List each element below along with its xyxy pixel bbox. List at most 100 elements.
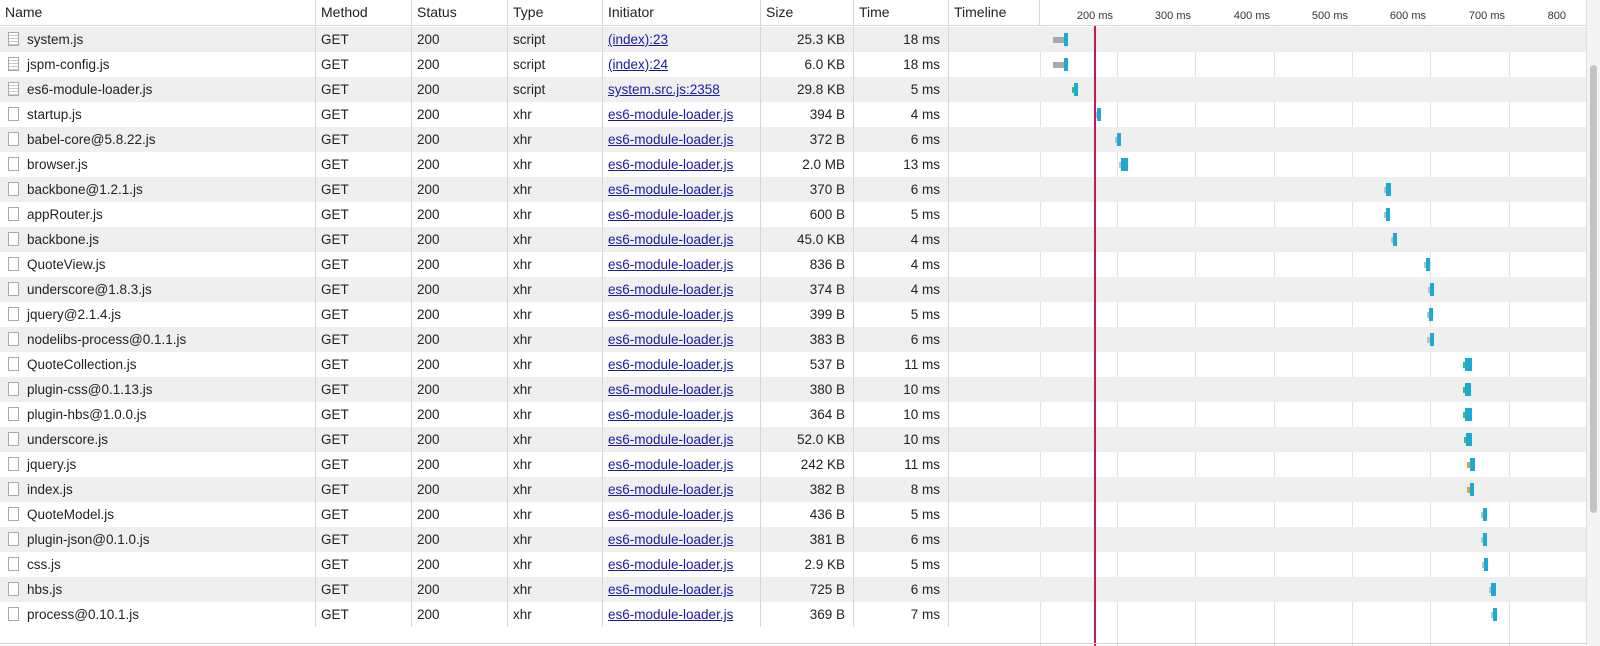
cell-initiator[interactable]: es6-module-loader.js <box>603 602 761 627</box>
column-header-status[interactable]: Status <box>412 0 508 25</box>
cell-initiator[interactable]: es6-module-loader.js <box>603 102 761 127</box>
cell-initiator[interactable]: es6-module-loader.js <box>603 577 761 602</box>
table-row[interactable]: nodelibs-process@0.1.1.js GET 200 xhr es6-mo… <box>0 327 1586 352</box>
initiator-link[interactable]: system.src.js:2358 <box>608 82 720 97</box>
initiator-link[interactable]: es6-module-loader.js <box>608 257 733 272</box>
cell-initiator[interactable]: es6-module-loader.js <box>603 427 761 452</box>
initiator-link[interactable]: es6-module-loader.js <box>608 532 733 547</box>
initiator-link[interactable]: es6-module-loader.js <box>608 507 733 522</box>
request-name[interactable]: backbone@1.2.1.js <box>27 177 143 202</box>
column-header-size[interactable]: Size <box>761 0 854 25</box>
initiator-link[interactable]: es6-module-loader.js <box>608 307 733 322</box>
initiator-link[interactable]: es6-module-loader.js <box>608 557 733 572</box>
cell-initiator[interactable]: es6-module-loader.js <box>603 327 761 352</box>
initiator-link[interactable]: es6-module-loader.js <box>608 232 733 247</box>
request-name[interactable]: es6-module-loader.js <box>27 77 152 102</box>
request-name[interactable]: system.js <box>27 27 83 52</box>
table-row[interactable]: css.js GET 200 xhr es6-module-loader.js 2.9 K… <box>0 552 1586 577</box>
cell-initiator[interactable]: es6-module-loader.js <box>603 177 761 202</box>
request-name[interactable]: backbone.js <box>27 227 99 252</box>
timeline-bar[interactable] <box>1423 258 1430 271</box>
column-header-method[interactable]: Method <box>316 0 412 25</box>
request-name[interactable]: startup.js <box>27 102 82 127</box>
column-header-timeline[interactable]: Timeline <box>949 0 1040 25</box>
request-name[interactable]: jquery.js <box>27 452 76 477</box>
column-header-time[interactable]: Time <box>854 0 949 25</box>
timeline-bar[interactable] <box>1481 558 1488 571</box>
request-name[interactable]: plugin-hbs@1.0.0.js <box>27 402 147 427</box>
request-name[interactable]: plugin-json@0.1.0.js <box>27 527 150 552</box>
table-row[interactable]: babel-core@5.8.22.js GET 200 xhr es6-module-… <box>0 127 1586 152</box>
request-name[interactable]: index.js <box>27 477 73 502</box>
cell-initiator[interactable]: (index):23 <box>603 27 761 52</box>
cell-initiator[interactable]: es6-module-loader.js <box>603 502 761 527</box>
column-header-type[interactable]: Type <box>508 0 603 25</box>
request-name[interactable]: hbs.js <box>27 577 62 602</box>
cell-initiator[interactable]: es6-module-loader.js <box>603 477 761 502</box>
table-row[interactable]: es6-module-loader.js GET 200 script system.s… <box>0 77 1586 102</box>
table-row[interactable]: startup.js GET 200 xhr es6-module-loader.js 3… <box>0 102 1586 127</box>
request-name[interactable]: process@0.10.1.js <box>27 602 139 627</box>
request-name[interactable]: QuoteView.js <box>27 252 106 277</box>
request-name[interactable]: QuoteModel.js <box>27 502 114 527</box>
column-header-initiator[interactable]: Initiator <box>603 0 761 25</box>
request-name[interactable]: QuoteCollection.js <box>27 352 137 377</box>
scrollbar-thumb[interactable] <box>1590 65 1597 513</box>
timeline-bar[interactable] <box>1466 483 1474 496</box>
table-row[interactable]: plugin-hbs@1.0.0.js GET 200 xhr es6-module-l… <box>0 402 1586 427</box>
timeline-bar[interactable] <box>1114 133 1121 146</box>
table-row[interactable]: plugin-css@0.1.13.js GET 200 xhr es6-module-… <box>0 377 1586 402</box>
cell-initiator[interactable]: es6-module-loader.js <box>603 152 761 177</box>
table-row[interactable]: jspm-config.js GET 200 script (index):24 6.0 … <box>0 52 1586 77</box>
timeline-bar[interactable] <box>1071 83 1078 96</box>
table-row[interactable]: backbone.js GET 200 xhr es6-module-loader.js… <box>0 227 1586 252</box>
timeline-bar[interactable] <box>1489 583 1497 596</box>
cell-initiator[interactable]: es6-module-loader.js <box>603 302 761 327</box>
timeline-bar[interactable] <box>1428 283 1435 296</box>
initiator-link[interactable]: es6-module-loader.js <box>608 407 733 422</box>
initiator-link[interactable]: es6-module-loader.js <box>608 582 733 597</box>
table-row[interactable]: jquery@2.1.4.js GET 200 xhr es6-module-loade… <box>0 302 1586 327</box>
request-name[interactable]: nodelibs-process@0.1.1.js <box>27 327 186 352</box>
cell-initiator[interactable]: es6-module-loader.js <box>603 277 761 302</box>
initiator-link[interactable]: es6-module-loader.js <box>608 357 733 372</box>
table-row[interactable]: appRouter.js GET 200 xhr es6-module-loader.j… <box>0 202 1586 227</box>
initiator-link[interactable]: es6-module-loader.js <box>608 107 733 122</box>
cell-initiator[interactable]: es6-module-loader.js <box>603 402 761 427</box>
timeline-bar[interactable] <box>1119 158 1129 171</box>
timeline-bar[interactable] <box>1427 308 1434 321</box>
cell-initiator[interactable]: system.src.js:2358 <box>603 77 761 102</box>
initiator-link[interactable]: (index):24 <box>608 57 668 72</box>
initiator-link[interactable]: es6-module-loader.js <box>608 282 733 297</box>
request-name[interactable]: jspm-config.js <box>27 52 110 77</box>
table-row[interactable]: QuoteCollection.js GET 200 xhr es6-module-lo… <box>0 352 1586 377</box>
timeline-bar[interactable] <box>1462 358 1473 371</box>
initiator-link[interactable]: es6-module-loader.js <box>608 432 733 447</box>
request-name[interactable]: appRouter.js <box>27 202 103 227</box>
cell-initiator[interactable]: es6-module-loader.js <box>603 352 761 377</box>
cell-initiator[interactable]: es6-module-loader.js <box>603 252 761 277</box>
initiator-link[interactable]: (index):23 <box>608 32 668 47</box>
request-name[interactable]: browser.js <box>27 152 88 177</box>
table-row[interactable]: browser.js GET 200 xhr es6-module-loader.js 2… <box>0 152 1586 177</box>
timeline-bar[interactable] <box>1462 383 1472 396</box>
timeline-bar[interactable] <box>1490 608 1497 621</box>
cell-initiator[interactable]: es6-module-loader.js <box>603 227 761 252</box>
cell-initiator[interactable]: es6-module-loader.js <box>603 377 761 402</box>
table-row[interactable]: underscore@1.8.3.js GET 200 xhr es6-module-l… <box>0 277 1586 302</box>
cell-initiator[interactable]: es6-module-loader.js <box>603 452 761 477</box>
table-row[interactable]: QuoteView.js GET 200 xhr es6-module-loader.j… <box>0 252 1586 277</box>
table-row[interactable]: process@0.10.1.js GET 200 xhr es6-module-loa… <box>0 602 1586 627</box>
cell-initiator[interactable]: es6-module-loader.js <box>603 552 761 577</box>
initiator-link[interactable]: es6-module-loader.js <box>608 182 733 197</box>
cell-initiator[interactable]: (index):24 <box>603 52 761 77</box>
timeline-bar[interactable] <box>1466 458 1476 471</box>
timeline-bar[interactable] <box>1053 58 1069 71</box>
request-name[interactable]: underscore.js <box>27 427 108 452</box>
table-row[interactable]: underscore.js GET 200 xhr es6-module-loader.… <box>0 427 1586 452</box>
timeline-bar[interactable] <box>1480 533 1488 546</box>
request-name[interactable]: plugin-css@0.1.13.js <box>27 377 153 402</box>
table-row[interactable]: index.js GET 200 xhr es6-module-loader.js 382… <box>0 477 1586 502</box>
cell-initiator[interactable]: es6-module-loader.js <box>603 527 761 552</box>
timeline-bar[interactable] <box>1427 333 1434 346</box>
